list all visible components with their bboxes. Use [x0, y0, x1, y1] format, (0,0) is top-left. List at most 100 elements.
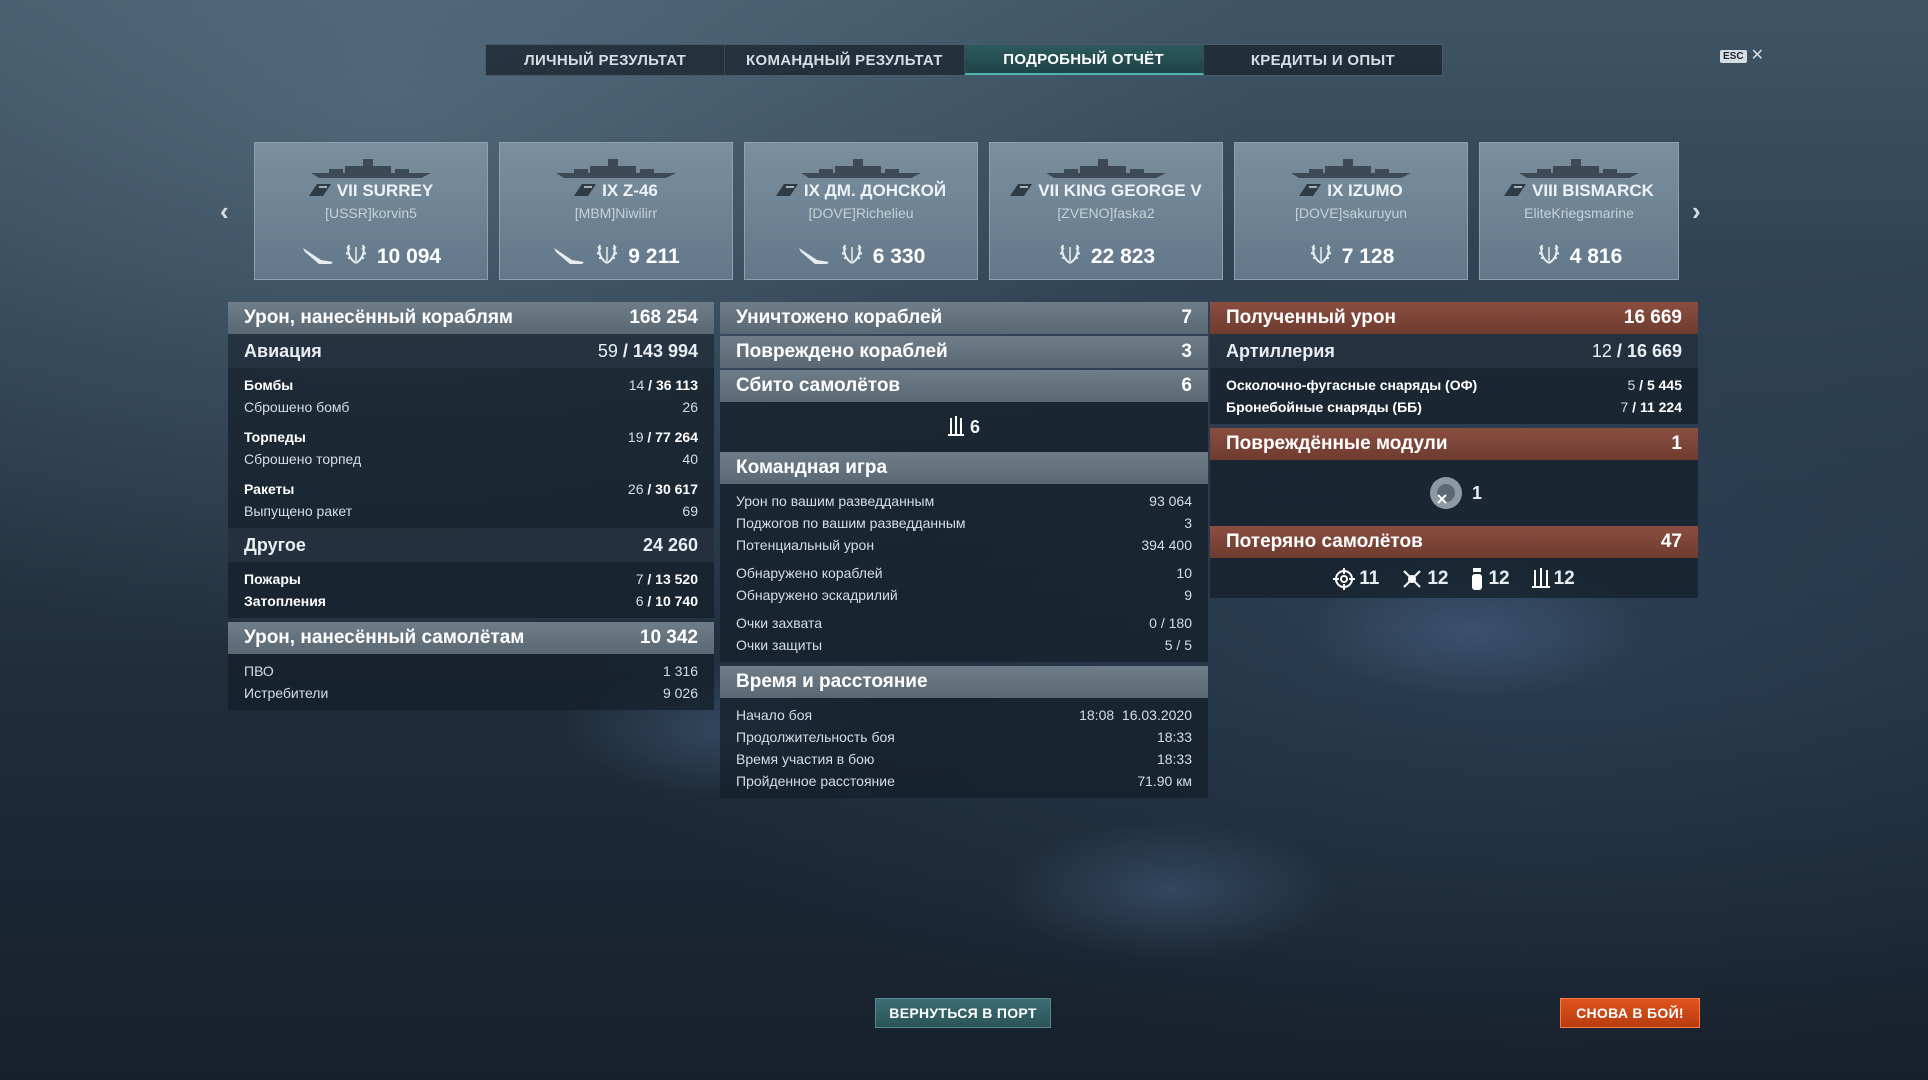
- aviation-details: Бомбы 14 / 36 113 Сброшено бомб 26 Торпеды…: [228, 368, 714, 528]
- kills-panel: Уничтожено кораблей 7 Повреждено кораблей…: [720, 302, 1208, 798]
- laurel-icon: [1057, 241, 1083, 273]
- laurel-icon: [1536, 241, 1562, 273]
- plane-damage-header: Урон, нанесённый самолётам 10 342: [228, 622, 714, 654]
- ship-card[interactable]: VIII BISMARCK EliteKriegsmarine 4 816: [1479, 142, 1679, 280]
- tab-detailed-report[interactable]: ПОДРОБНЫЙ ОТЧЁТ: [964, 45, 1204, 75]
- distance-row: Пройденное расстояние 71.90 км: [736, 773, 1192, 789]
- laurel-icon: [1308, 241, 1334, 273]
- received-panel: Полученный урон 16 669 Артиллерия 12 / 16…: [1210, 302, 1698, 598]
- planes-shot-count: 6: [969, 416, 980, 437]
- carousel-next-arrow[interactable]: ›: [1692, 196, 1701, 227]
- planes-lost-count: 12: [1553, 568, 1575, 589]
- bomb-icon: [1470, 568, 1484, 590]
- planes-lost-details: 11 12 12 12: [1210, 558, 1698, 598]
- bombs-row: Бомбы 14 / 36 113: [244, 377, 698, 393]
- spotting-fires-row: Поджогов по вашим разведданным 3: [736, 515, 1192, 531]
- artillery-row: Артиллерия 12 / 16 669: [1210, 334, 1698, 368]
- ship-damage-panel: Урон, нанесённый кораблям 168 254 Авиаци…: [228, 302, 714, 710]
- ship-name: VII KING GEORGE V: [1038, 181, 1202, 200]
- tab-credits-xp[interactable]: КРЕДИТЫ И ОПЫТ: [1204, 45, 1442, 75]
- ship-card[interactable]: VII KING GEORGE V [ZVENO]faska2 22 823: [989, 142, 1223, 280]
- planes-lost-count: 11: [1359, 568, 1380, 589]
- ships-spotted-row: Обнаружено кораблей 10: [736, 565, 1192, 581]
- planes-lost-item: 12: [1470, 568, 1510, 590]
- ap-shells-row: Бронебойные снаряды (ББ) 7 / 11 224: [1226, 399, 1682, 415]
- battle-again-button[interactable]: СНОВА В БОЙ!: [1560, 998, 1700, 1028]
- time-distance-header: Время и расстояние: [720, 666, 1208, 698]
- received-damage-header: Полученный урон 16 669: [1210, 302, 1698, 334]
- tab-personal-result[interactable]: ЛИЧНЫЙ РЕЗУЛЬТАТ: [486, 45, 726, 75]
- nation-flag-icon: [1299, 181, 1322, 201]
- return-to-port-button[interactable]: ВЕРНУТЬСЯ В ПОРТ: [875, 998, 1051, 1028]
- fighters-row: Истребители 9 026: [244, 685, 698, 701]
- laurel-icon: [343, 241, 369, 273]
- time-distance-details: Начало боя 18:08 16.03.2020 Продолжительн…: [720, 698, 1208, 798]
- plane-icon: [797, 242, 831, 272]
- ship-card[interactable]: IX ДМ. ДОНСКОЙ [DOVE]Richelieu 6 330: [744, 142, 978, 280]
- planes-lost-count: 12: [1488, 568, 1510, 589]
- ship-silhouette-icon: [1517, 157, 1641, 184]
- plane-icon: [552, 242, 586, 272]
- spotting-damage-row: Урон по вашим разведданным 93 064: [736, 493, 1192, 509]
- rockets-fired-row: Выпущено ракет 69: [244, 503, 698, 519]
- he-shells-row: Осколочно-фугасные снаряды (ОФ) 5 / 5 445: [1226, 377, 1682, 393]
- ship-name: IX IZUMO: [1327, 181, 1403, 200]
- planes-lost-item: 12: [1401, 568, 1448, 590]
- ship-damage-value: 4 816: [1569, 245, 1623, 268]
- player-name: [DOVE]sakuruyun: [1294, 205, 1408, 221]
- nation-flag-icon: [775, 181, 798, 201]
- nation-flag-icon: [308, 181, 331, 201]
- fires-row: Пожары 7 / 13 520: [244, 571, 698, 587]
- planes-lost-item: 11: [1333, 568, 1379, 590]
- player-name: EliteKriegsmarine: [1524, 205, 1634, 221]
- floods-row: Затопления 6 / 10 740: [244, 593, 698, 609]
- aviation-row: Авиация 59 / 143 994: [228, 334, 714, 368]
- ship-name: VIII BISMARCK: [1532, 181, 1654, 200]
- crosshair-icon: [1333, 568, 1356, 590]
- capture-points-row: Очки захвата 0 / 180: [736, 615, 1192, 631]
- ship-card[interactable]: IX Z-46 [MBM]Niwilirr 9 211: [499, 142, 733, 280]
- ship-damage-header: Урон, нанесённый кораблям 168 254: [228, 302, 714, 334]
- torpedoes-row: Торпеды 19 / 77 264: [244, 429, 698, 445]
- module-damage-count: 1: [1471, 482, 1482, 503]
- ship-damage-value: 9 211: [628, 245, 680, 268]
- ship-silhouette-icon: [1044, 157, 1168, 184]
- rocket-icon: [947, 416, 964, 436]
- module-damage-icon: [1429, 477, 1462, 509]
- result-tabs: ЛИЧНЫЙ РЕЗУЛЬТАТ КОМАНДНЫЙ РЕЗУЛЬТАТ ПОД…: [485, 44, 1443, 76]
- planes-lost-item: 12: [1531, 568, 1575, 590]
- rocket-icon: [1531, 568, 1550, 590]
- player-name: [DOVE]Richelieu: [808, 205, 914, 221]
- team-play-header: Командная игра: [720, 452, 1208, 484]
- ship-silhouette-icon: [554, 157, 678, 184]
- tab-team-result[interactable]: КОМАНДНЫЙ РЕЗУЛЬТАТ: [725, 45, 965, 75]
- ships-damaged-header: Повреждено кораблей 3: [720, 336, 1208, 368]
- planes-shot-header: Сбито самолётов 6: [720, 370, 1208, 402]
- ship-damage-value: 10 094: [376, 245, 442, 268]
- plane-icon: [301, 242, 335, 272]
- damaged-modules-header: Повреждённые модули 1: [1210, 428, 1698, 460]
- esc-key-label: ESC: [1720, 49, 1747, 63]
- ship-name: IX Z-46: [602, 181, 658, 200]
- ship-silhouette-icon: [309, 157, 433, 184]
- ship-card[interactable]: IX IZUMO [DOVE]sakuruyun 7 128: [1234, 142, 1468, 280]
- ship-card[interactable]: VII SURREY [USSR]korvin5 10 094: [254, 142, 488, 280]
- planes-lost-header: Потеряно самолётов 47: [1210, 526, 1698, 558]
- plane-damage-details: ПВО 1 316 Истребители 9 026: [228, 654, 714, 710]
- player-name: [USSR]korvin5: [325, 205, 417, 221]
- ships-destroyed-header: Уничтожено кораблей 7: [720, 302, 1208, 334]
- ship-silhouette-icon: [1289, 157, 1413, 184]
- laurel-icon: [839, 241, 865, 273]
- player-name: [ZVENO]faska2: [1057, 205, 1155, 221]
- ship-damage-value: 22 823: [1090, 245, 1156, 268]
- nation-flag-icon: [1010, 181, 1033, 201]
- torpedo-bomber-icon: [1401, 568, 1423, 590]
- defense-points-row: Очки защиты 5 / 5: [736, 637, 1192, 653]
- planes-lost-count: 12: [1427, 568, 1449, 589]
- planes-shot-details: 6: [720, 402, 1208, 452]
- rockets-row: Ракеты 26 / 30 617: [244, 481, 698, 497]
- nation-flag-icon: [1504, 181, 1527, 201]
- squadrons-spotted-row: Обнаружено эскадрилий 9: [736, 587, 1192, 603]
- close-button[interactable]: ESC ✕: [1720, 48, 1764, 64]
- carousel-prev-arrow[interactable]: ‹: [220, 196, 229, 227]
